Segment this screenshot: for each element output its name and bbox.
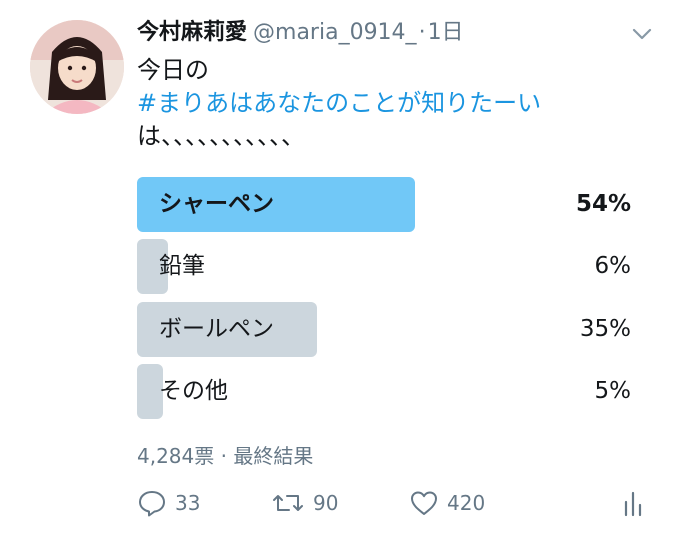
chevron-down-icon[interactable] <box>630 24 654 44</box>
separator-dot: · <box>418 20 426 45</box>
retweet-button[interactable]: 90 <box>271 488 338 518</box>
reply-button[interactable]: 33 <box>137 488 200 518</box>
poll: シャーペン 54% 鉛筆 6% ボールペン 35% その他 5% <box>137 177 631 426</box>
tweet-actions: 33 90 420 <box>137 488 657 524</box>
poll-option-label: その他 <box>159 378 228 404</box>
poll-option-percent: 6% <box>594 253 632 279</box>
user-handle[interactable]: @maria_0914_ <box>253 18 417 48</box>
poll-option-percent: 54% <box>575 191 631 217</box>
poll-option: ボールペン 35% <box>137 302 631 357</box>
reply-count: 33 <box>175 491 201 515</box>
tweet-text-line: 今日の <box>137 56 209 84</box>
poll-option: 鉛筆 6% <box>137 239 631 294</box>
hashtag-link[interactable]: #まりあはあなたのことが知りたーい <box>137 87 657 120</box>
tweet-header: 今村麻莉愛 @maria_0914_ · 1日 <box>137 18 464 48</box>
like-count: 420 <box>447 491 486 515</box>
display-name[interactable]: 今村麻莉愛 <box>137 18 247 48</box>
timestamp[interactable]: 1日 <box>428 18 464 48</box>
poll-option-label: シャーペン <box>159 191 274 217</box>
tweet-text: 今日の #まりあはあなたのことが知りたーい は、、、、、、、、、、、 <box>137 54 657 153</box>
poll-option: その他 5% <box>137 364 631 419</box>
reply-icon <box>137 488 175 518</box>
avatar[interactable] <box>30 20 124 114</box>
tweet-text-line: は、、、、、、、、、、、 <box>137 122 305 150</box>
analytics-icon <box>621 488 653 518</box>
retweet-count: 90 <box>313 491 339 515</box>
poll-meta: 4,284票 · 最終結果 <box>137 444 314 468</box>
poll-option-label: ボールペン <box>159 316 274 342</box>
poll-option-percent: 5% <box>594 378 632 404</box>
like-button[interactable]: 420 <box>409 488 485 518</box>
poll-option-percent: 35% <box>579 316 631 342</box>
retweet-icon <box>271 488 313 518</box>
heart-icon <box>409 488 447 518</box>
analytics-button[interactable] <box>621 488 653 518</box>
poll-option-label: 鉛筆 <box>159 253 205 279</box>
poll-option: シャーペン 54% <box>137 177 631 232</box>
